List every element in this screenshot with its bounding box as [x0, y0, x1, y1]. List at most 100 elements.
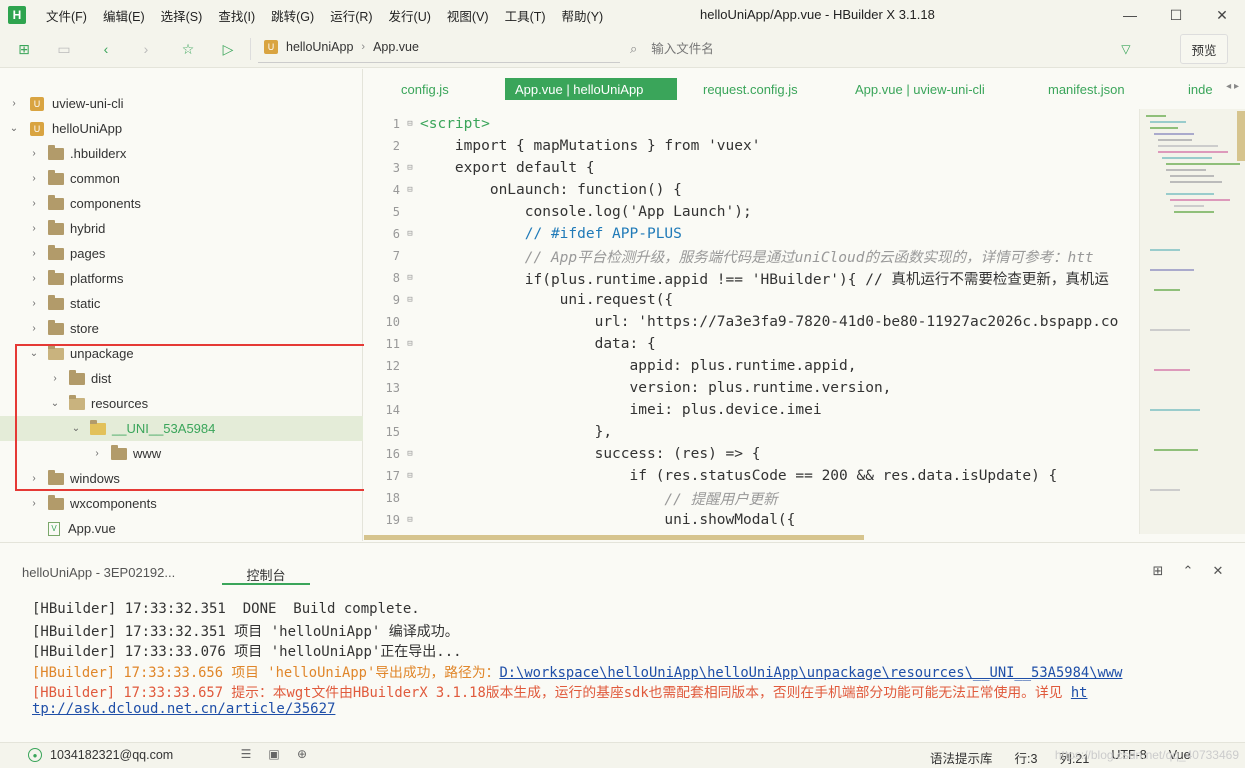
menu-edit[interactable]: 编辑(E): [95, 6, 153, 25]
tree-item-uview-uni-cli[interactable]: › U uview-uni-cli: [0, 91, 363, 116]
tree-item-www[interactable]: › www: [0, 441, 363, 466]
tree-item-static[interactable]: › static: [0, 291, 363, 316]
back-arrow-icon[interactable]: ‹: [96, 39, 116, 59]
tree-item-label: components: [70, 196, 141, 211]
new-file-icon[interactable]: ⊞: [14, 39, 34, 59]
forward-arrow-icon[interactable]: ›: [136, 39, 156, 59]
clear-console-icon[interactable]: ✕: [1203, 563, 1233, 579]
watermark: https://blog.csdn.net/qq_40733469: [1054, 748, 1239, 762]
code-line: 11 ⊟ data: {: [385, 336, 656, 352]
user-email: 1034182321@qq.com: [50, 748, 174, 762]
code-minimap[interactable]: [1139, 109, 1245, 534]
menu-find[interactable]: 查找(I): [210, 6, 263, 25]
doc-link[interactable]: tp://ask.dcloud.net.cn/article/35627: [32, 701, 335, 717]
menu-goto[interactable]: 跳转(G): [263, 6, 322, 25]
chevron-right-icon[interactable]: ›: [49, 373, 61, 384]
project-explorer: › U uview-uni-cli ⌄ U helloUniApp › .hbu…: [0, 69, 370, 541]
tab-request-config-js[interactable]: request.config.js: [693, 78, 808, 100]
menu-help[interactable]: 帮助(Y): [554, 6, 612, 25]
chevron-down-icon[interactable]: ⌄: [70, 423, 82, 434]
terminal-icon[interactable]: ▣: [260, 747, 288, 761]
horizontal-scrollbar[interactable]: [364, 535, 864, 540]
menu-file[interactable]: 文件(F): [38, 6, 95, 25]
vertical-scrollbar[interactable]: [1237, 111, 1245, 161]
chevron-right-icon[interactable]: ›: [28, 198, 40, 209]
tree-item-wxcomponents[interactable]: › wxcomponents: [0, 491, 363, 516]
menu-tools[interactable]: 工具(T): [497, 6, 554, 25]
tree-item-hbuilderx[interactable]: › .hbuilderx: [0, 141, 363, 166]
user-account[interactable]: ● 1034182321@qq.com: [28, 748, 173, 762]
tab-app-vue-hellouniapp[interactable]: App.vue | helloUniApp: [505, 78, 677, 100]
export-path-link[interactable]: D:\workspace\helloUniApp\helloUniApp\unp…: [499, 665, 1122, 681]
toolbar: ⊞ ▭ ‹ › ☆ ▷ U helloUniApp › App.vue ⌕ ▽: [0, 30, 1245, 68]
chevron-right-icon[interactable]: ›: [8, 98, 20, 109]
chevron-right-icon[interactable]: ›: [28, 498, 40, 509]
console-tab[interactable]: 控制台: [222, 563, 310, 585]
list-icon[interactable]: ☰: [232, 747, 260, 761]
menu-select[interactable]: 选择(S): [153, 6, 211, 25]
tree-item-hybrid[interactable]: › hybrid: [0, 216, 363, 241]
chevron-down-icon[interactable]: ⌄: [49, 398, 61, 409]
window-controls: — ☐ ✕: [1107, 0, 1245, 30]
preview-button[interactable]: 预览: [1180, 34, 1228, 64]
filter-icon[interactable]: ▽: [1121, 42, 1130, 56]
console-log-line: [HBuilder] 17:33:32.351 DONE Build compl…: [32, 601, 420, 617]
menu-publish[interactable]: 发行(U): [381, 6, 439, 25]
tree-item-platforms[interactable]: › platforms: [0, 266, 363, 291]
menu-view[interactable]: 视图(V): [439, 6, 497, 25]
tab-manifest-json[interactable]: manifest.json: [1038, 78, 1135, 100]
syntax-hint-lib[interactable]: 语法提示库: [930, 748, 993, 767]
chevron-right-icon: ›: [361, 41, 366, 53]
tab-scroll-arrows-icon[interactable]: ◂ ▸: [1226, 81, 1239, 92]
code-line: 2 import { mapMutations } from 'vuex': [392, 138, 761, 154]
close-button[interactable]: ✕: [1199, 0, 1245, 30]
chevron-down-icon[interactable]: ⌄: [8, 123, 20, 134]
tree-item-hellouniapp[interactable]: ⌄ U helloUniApp: [0, 116, 363, 141]
tree-item-label: uview-uni-cli: [52, 96, 124, 111]
chevron-right-icon[interactable]: ›: [28, 148, 40, 159]
folder-icon: [48, 144, 64, 160]
menu-run[interactable]: 运行(R): [322, 6, 380, 25]
tree-item-pages[interactable]: › pages: [0, 241, 363, 266]
code-view[interactable]: 1 ⊟ <script> 2 import { mapMutations } fro…: [364, 113, 1139, 533]
chevron-right-icon[interactable]: ›: [28, 273, 40, 284]
tree-item-components[interactable]: › components: [0, 191, 363, 216]
file-search-input[interactable]: [651, 42, 1122, 56]
chevron-right-icon[interactable]: ›: [28, 248, 40, 259]
run-icon[interactable]: ▷: [218, 39, 238, 59]
new-console-icon[interactable]: ⊞: [1143, 563, 1173, 579]
breadcrumb-file[interactable]: App.vue: [373, 40, 419, 54]
maximize-button[interactable]: ☐: [1153, 0, 1199, 30]
chevron-right-icon[interactable]: ›: [91, 448, 103, 459]
star-icon[interactable]: ☆: [178, 39, 198, 59]
tree-item-app-vue[interactable]: V App.vue: [0, 516, 363, 541]
chevron-up-icon[interactable]: ⌃: [1173, 563, 1203, 579]
tree-item-label: dist: [91, 371, 112, 386]
tree-item-store[interactable]: › store: [0, 316, 363, 341]
tree-item-uni-53a5984[interactable]: ⌄ __UNI__53A5984: [0, 416, 363, 441]
breadcrumb-project[interactable]: helloUniApp: [286, 40, 353, 54]
cursor-line[interactable]: 行:3: [1015, 748, 1038, 767]
chevron-right-icon[interactable]: ›: [28, 223, 40, 234]
tree-item-unpackage[interactable]: ⌄ unpackage: [0, 341, 363, 366]
project-icon: U: [264, 40, 278, 54]
tree-item-dist[interactable]: › dist: [0, 366, 363, 391]
chevron-down-icon[interactable]: ⌄: [28, 348, 40, 359]
chevron-right-icon[interactable]: ›: [28, 473, 40, 484]
minimize-button[interactable]: —: [1107, 0, 1153, 30]
tab-config-js[interactable]: config.js: [391, 78, 459, 100]
chevron-right-icon[interactable]: ›: [28, 323, 40, 334]
tree-item-common[interactable]: › common: [0, 166, 363, 191]
globe-icon[interactable]: ⊕: [288, 747, 316, 761]
project-icon: U: [30, 121, 44, 136]
tab-app-vue-uview[interactable]: App.vue | uview-uni-cli: [845, 78, 995, 100]
folder-icon: [48, 219, 64, 235]
chevron-right-icon[interactable]: ›: [28, 298, 40, 309]
console-project-tab[interactable]: helloUniApp - 3EP02192...: [22, 565, 175, 580]
doc-link-start[interactable]: ht: [1071, 685, 1088, 701]
chevron-right-icon[interactable]: ›: [28, 173, 40, 184]
tree-item-resources[interactable]: ⌄ resources: [0, 391, 363, 416]
save-icon[interactable]: ▭: [54, 39, 74, 59]
tree-item-windows[interactable]: › windows: [0, 466, 363, 491]
tab-index[interactable]: inde: [1178, 78, 1223, 100]
